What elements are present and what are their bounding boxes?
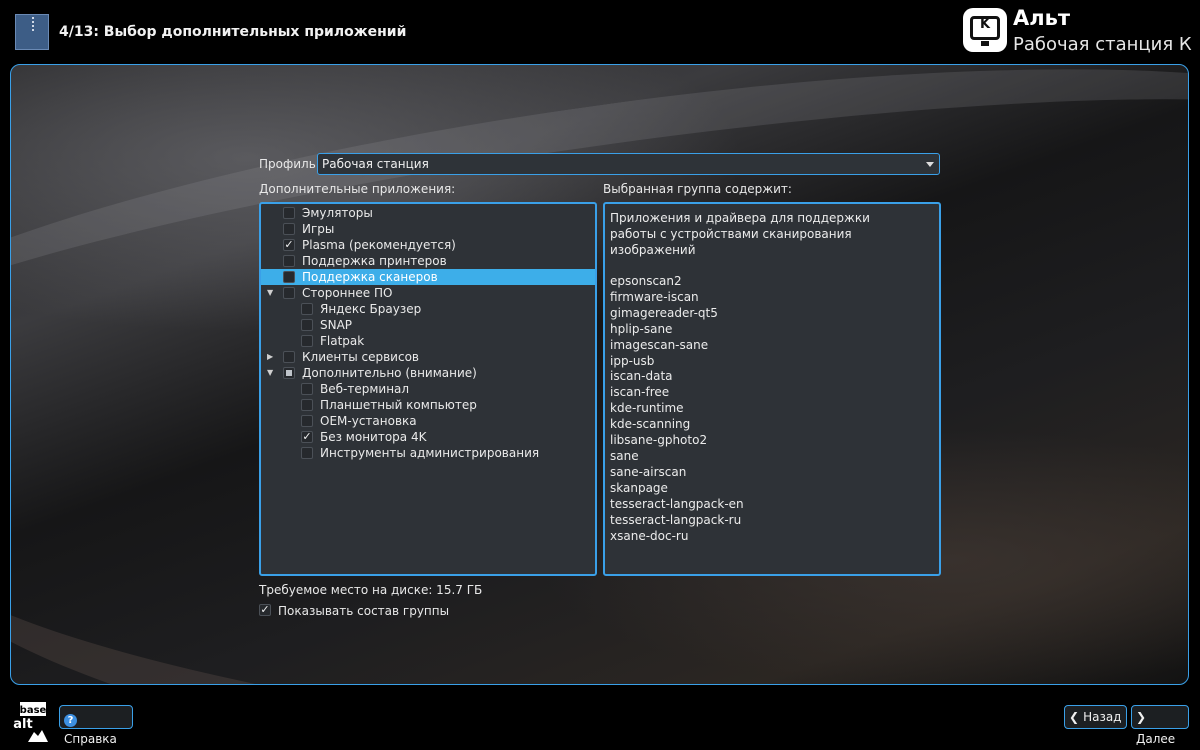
group-contents-label: Выбранная группа содержит: <box>603 182 792 196</box>
tree-item[interactable]: Поддержка принтеров <box>261 253 595 269</box>
help-icon: ? <box>64 714 77 727</box>
tree-item-label: Дополнительно (внимание) <box>302 366 477 380</box>
package-item: xsane-doc-ru <box>610 528 689 543</box>
tree-item-checkbox[interactable] <box>283 223 295 235</box>
tree-item-checkbox[interactable] <box>283 255 295 267</box>
tree-item[interactable]: SNAP <box>261 317 595 333</box>
tree-item[interactable]: ✓ Без монитора 4K <box>261 429 595 445</box>
tree-item[interactable]: OEM-установка <box>261 413 595 429</box>
tree-item-label: Поддержка принтеров <box>302 254 447 268</box>
chevron-right-icon: ❯ <box>1136 710 1147 724</box>
tree-item-label: Без монитора 4K <box>320 430 427 444</box>
tree-item[interactable]: Эмуляторы <box>261 205 595 221</box>
tree-item-label: Инструменты администрирования <box>320 446 540 460</box>
package-item: skanpage <box>610 480 668 495</box>
package-item: tesseract-langpack-ru <box>610 512 742 527</box>
logo-letter: K <box>979 17 991 32</box>
basealt-top-text: base <box>20 705 47 716</box>
package-item: ipp-usb <box>610 353 655 368</box>
brand-edition: Рабочая станция К <box>1013 34 1192 55</box>
basealt-bottom-text: alt <box>13 717 32 732</box>
package-list: epsonscan2 firmware-iscan gimagereader-qt5… <box>610 274 934 544</box>
disk-space-text: Требуемое место на диске: 15.7 ГБ <box>259 583 483 597</box>
tree-item[interactable]: Яндекс Браузер <box>261 301 595 317</box>
profile-selected-value: Рабочая станция <box>322 157 429 171</box>
tree-item-checkbox[interactable] <box>301 383 313 395</box>
tree-item-label: SNAP <box>320 318 353 332</box>
tree-item-label: Flatpak <box>320 334 365 348</box>
tree-item[interactable]: Flatpak <box>261 333 595 349</box>
next-button-label: Далее <box>1136 732 1176 746</box>
brand-name: Альт <box>1013 6 1071 30</box>
collapse-arrow-icon[interactable]: ▶ <box>267 349 273 365</box>
tree-item-label: Plasma (рекомендуется) <box>302 238 456 252</box>
tree-item[interactable]: ✓ Plasma (рекомендуется) <box>261 237 595 253</box>
package-item: gimagereader-qt5 <box>610 305 718 320</box>
package-item: libsane-gphoto2 <box>610 433 708 448</box>
back-button-label: Назад <box>1083 710 1122 724</box>
package-item: iscan-free <box>610 385 670 400</box>
tree-item-checkbox[interactable] <box>301 399 313 411</box>
tree-item-label: Веб-терминал <box>320 382 410 396</box>
package-item: tesseract-langpack-en <box>610 496 744 511</box>
tree-item[interactable]: Игры <box>261 221 595 237</box>
tree-item-label: Поддержка сканеров <box>302 270 438 284</box>
tree-item-checkbox[interactable] <box>301 335 313 347</box>
package-item: sane-airscan <box>610 464 687 479</box>
tree-item-label: Игры <box>302 222 335 236</box>
package-item: imagescan-sane <box>610 337 709 352</box>
tree-item-checkbox[interactable] <box>301 303 313 315</box>
next-button[interactable]: ❯ Далее <box>1131 705 1189 746</box>
tree-item[interactable]: ▶ Клиенты сервисов <box>261 349 595 365</box>
show-group-label: Показывать состав группы <box>278 604 450 618</box>
back-button[interactable]: ❮ Назад <box>1064 705 1127 729</box>
installer-step-icon <box>15 14 49 50</box>
tree-item[interactable]: Поддержка сканеров <box>261 269 595 285</box>
chevron-down-icon <box>926 162 934 167</box>
tree-item-checkbox[interactable] <box>283 207 295 219</box>
tree-item-checkbox[interactable] <box>283 271 295 283</box>
tree-item[interactable]: ▼ Стороннее ПО <box>261 285 595 301</box>
apps-label: Дополнительные приложения: <box>259 182 456 196</box>
profile-combobox[interactable]: Рабочая станция <box>317 153 940 175</box>
package-item: kde-scanning <box>610 417 691 432</box>
package-item: firmware-iscan <box>610 289 699 304</box>
tree-item[interactable]: Инструменты администрирования <box>261 445 595 461</box>
tree-item-checkbox[interactable]: ✓ <box>301 431 313 443</box>
package-item: hplip-sane <box>610 321 673 336</box>
tree-item-checkbox[interactable] <box>301 447 313 459</box>
tree-item-checkbox[interactable] <box>301 415 313 427</box>
expand-arrow-icon[interactable]: ▼ <box>267 285 273 301</box>
tree-item-checkbox[interactable] <box>283 351 295 363</box>
tree-item-checkbox[interactable] <box>301 319 313 331</box>
package-item: epsonscan2 <box>610 274 682 288</box>
package-item: kde-runtime <box>610 401 684 416</box>
package-item: iscan-data <box>610 369 673 384</box>
tree-item-label: Клиенты сервисов <box>302 350 419 364</box>
tree-item-checkbox[interactable] <box>283 287 295 299</box>
group-description: Приложения и драйвера для поддержки рабо… <box>610 211 870 257</box>
tree-item-label: Яндекс Браузер <box>320 302 422 316</box>
show-group-checkbox[interactable]: ✓ <box>259 604 271 616</box>
tree-item-label: OEM-установка <box>320 414 417 428</box>
tree-item-label: Стороннее ПО <box>302 286 393 300</box>
tree-item-checkbox[interactable] <box>283 367 295 379</box>
chevron-left-icon: ❮ <box>1069 710 1080 724</box>
group-contents-panel: Приложения и драйвера для поддержки рабо… <box>603 202 941 576</box>
basealt-logo-icon: base alt <box>13 702 48 742</box>
alt-logo-icon: K <box>963 8 1007 52</box>
step-title: 4/13: Выбор дополнительных приложений <box>59 24 407 40</box>
tree-item-checkbox[interactable]: ✓ <box>283 239 295 251</box>
expand-arrow-icon[interactable]: ▼ <box>267 365 273 381</box>
tree-item-label: Эмуляторы <box>302 206 373 220</box>
tree-item[interactable]: Планшетный компьютер <box>261 397 595 413</box>
tree-item-label: Планшетный компьютер <box>320 398 477 412</box>
profile-label: Профиль: <box>259 157 320 171</box>
tree-item[interactable]: Веб-терминал <box>261 381 595 397</box>
tree-item[interactable]: ▼ Дополнительно (внимание) <box>261 365 595 381</box>
package-item: sane <box>610 448 639 463</box>
help-button-label: Справка <box>64 732 117 746</box>
apps-tree[interactable]: Эмуляторы Игры ✓ Plasma (рекомендуется) Подд… <box>259 202 597 576</box>
help-button[interactable]: ? Справка <box>59 705 133 746</box>
